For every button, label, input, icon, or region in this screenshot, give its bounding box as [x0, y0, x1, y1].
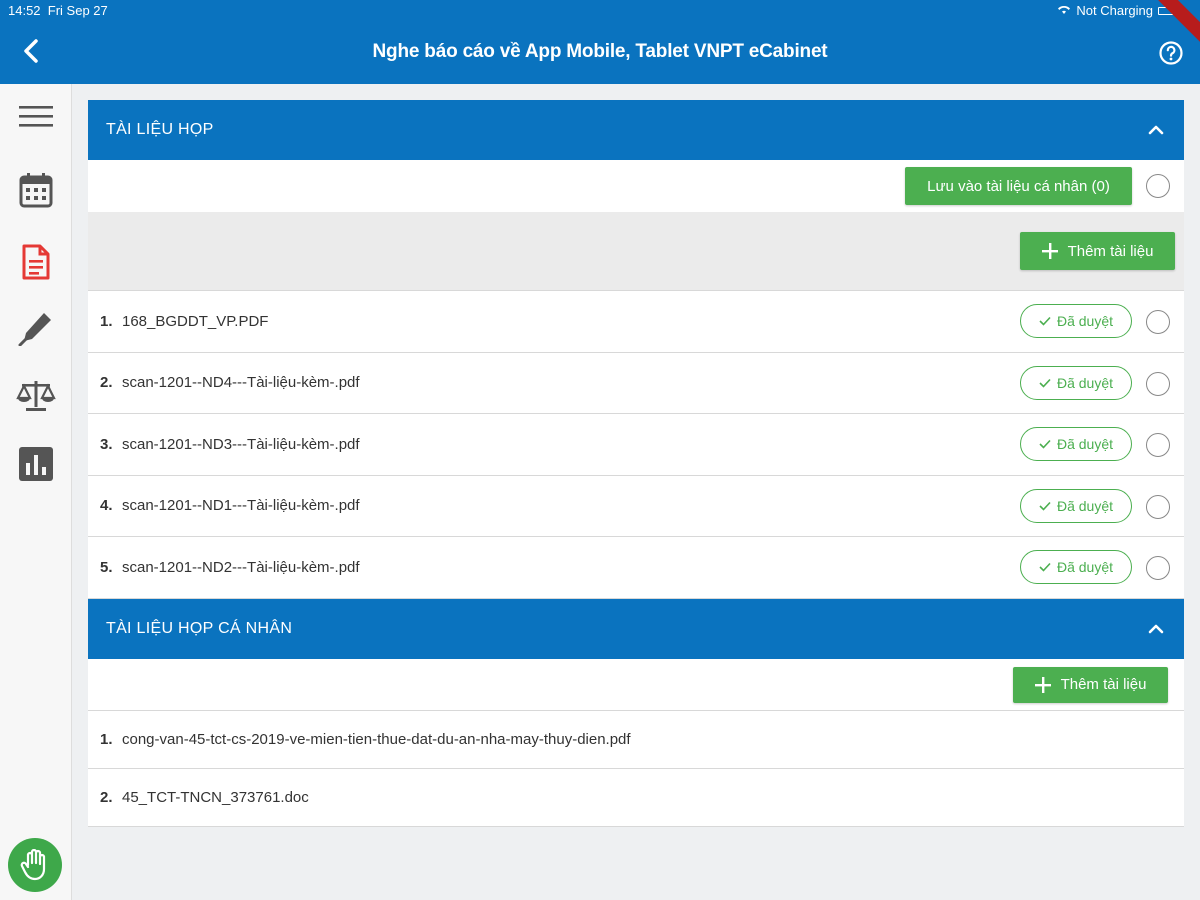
calendar-icon — [19, 173, 53, 208]
approved-badge: Đã duyệt — [1020, 304, 1132, 338]
sidebar-item-sign[interactable] — [16, 308, 56, 348]
page-title: Nghe báo cáo về App Mobile, Tablet VNPT … — [372, 41, 828, 62]
document-name[interactable]: 168_BGDDT_VP.PDF — [122, 313, 268, 330]
document-name[interactable]: 45_TCT-TNCN_373761.doc — [122, 789, 309, 806]
meeting-docs-header[interactable]: TÀI LIỆU HỌP — [88, 100, 1184, 160]
select-all-radio[interactable] — [1146, 174, 1170, 198]
document-row[interactable]: 1. 168_BGDDT_VP.PDF Đã duyệt — [88, 291, 1184, 353]
sidebar-item-menu[interactable] — [16, 96, 56, 136]
wifi-icon — [1057, 4, 1071, 18]
sidebar-item-documents[interactable] — [16, 242, 56, 282]
status-right: Not Charging — [1057, 3, 1176, 18]
meeting-docs-title: TÀI LIỆU HỌP — [106, 121, 214, 138]
main-content: TÀI LIỆU HỌP Lưu vào tài liệu cá nhân (0… — [88, 100, 1184, 827]
check-icon — [1039, 316, 1051, 326]
sidebar — [0, 84, 72, 900]
app-bar: 14:52 Fri Sep 27 Not Charging Nghe báo c… — [0, 0, 1200, 84]
check-icon — [1039, 501, 1051, 511]
personal-document-row[interactable]: 2. 45_TCT-TNCN_373761.doc — [88, 768, 1184, 827]
approved-label: Đã duyệt — [1056, 313, 1114, 329]
document-index: 5. — [100, 558, 113, 576]
raise-hand-icon — [20, 849, 46, 881]
document-index: 1. — [100, 312, 113, 330]
chevron-up-icon[interactable] — [1146, 619, 1166, 639]
personal-docs-title: TÀI LIỆU HỌP CÁ NHÂN — [106, 619, 293, 637]
approved-label: Đã duyệt — [1056, 436, 1114, 452]
check-icon — [1039, 562, 1051, 572]
approved-label: Đã duyệt — [1056, 497, 1114, 514]
document-select-radio[interactable] — [1146, 556, 1170, 580]
help-button[interactable] — [1158, 40, 1184, 66]
personal-docs-header[interactable]: TÀI LIỆU HỌP CÁ NHÂN — [88, 598, 1184, 659]
document-icon — [22, 244, 50, 280]
check-icon — [1039, 378, 1051, 388]
document-select-radio[interactable] — [1146, 310, 1170, 334]
add-personal-document-button[interactable]: Thêm tài liệu — [1013, 666, 1168, 703]
approved-badge: Đã duyệt — [1020, 488, 1132, 523]
sidebar-item-calendar[interactable] — [16, 170, 56, 210]
approved-badge: Đã duyệt — [1020, 365, 1132, 400]
sidebar-item-statistics[interactable] — [16, 444, 56, 484]
document-index: 3. — [100, 435, 113, 453]
document-name[interactable]: cong-van-45-tct-cs-2019-ve-mien-tien-thu… — [122, 731, 631, 748]
personal-document-row[interactable]: 1. cong-van-45-tct-cs-2019-ve-mien-tien-… — [88, 710, 1184, 769]
document-index: 2. — [100, 374, 113, 392]
menu-icon — [19, 106, 53, 127]
help-icon — [1159, 41, 1183, 65]
document-row[interactable]: 3. scan-1201--ND3---Tài-liệu-kèm-.pdf Đã… — [88, 414, 1184, 476]
status-time: 14:52 — [8, 3, 41, 18]
approved-label: Đã duyệt — [1056, 559, 1114, 575]
check-icon — [1039, 439, 1051, 449]
save-to-personal-button[interactable]: Lưu vào tài liệu cá nhân (0) — [905, 167, 1132, 205]
status-time-date: 14:52 Fri Sep 27 — [8, 3, 108, 18]
add-document-row: Thêm tài liệu — [88, 212, 1184, 291]
scale-icon — [16, 381, 56, 411]
document-name[interactable]: scan-1201--ND4---Tài-liệu-kèm-.pdf — [122, 374, 360, 391]
pen-icon — [18, 313, 51, 346]
document-select-radio[interactable] — [1146, 433, 1170, 457]
sidebar-item-voting[interactable] — [16, 376, 56, 416]
document-name[interactable]: scan-1201--ND3---Tài-liệu-kèm-.pdf — [122, 436, 360, 453]
chart-icon — [19, 447, 53, 481]
add-document-button[interactable]: Thêm tài liệu — [1020, 232, 1175, 270]
chevron-up-icon[interactable] — [1146, 120, 1166, 140]
raise-hand-button[interactable] — [8, 838, 62, 892]
document-index: 1. — [100, 730, 113, 748]
document-name[interactable]: scan-1201--ND1---Tài-liệu-kèm-.pdf — [122, 497, 360, 514]
save-personal-row: Lưu vào tài liệu cá nhân (0) — [88, 160, 1184, 212]
status-date: Fri Sep 27 — [47, 3, 108, 18]
add-document-label: Thêm tài liệu — [1067, 242, 1154, 260]
meeting-document-list: 1. 168_BGDDT_VP.PDF Đã duyệt 2. scan-120… — [88, 291, 1184, 599]
plus-icon — [1041, 243, 1058, 259]
document-name[interactable]: scan-1201--ND2---Tài-liệu-kèm-.pdf — [122, 559, 360, 576]
add-personal-document-label: Thêm tài liệu — [1060, 676, 1147, 693]
document-row[interactable]: 5. scan-1201--ND2---Tài-liệu-kèm-.pdf Đã… — [88, 537, 1184, 599]
document-index: 4. — [100, 497, 113, 515]
approved-label: Đã duyệt — [1056, 374, 1114, 391]
personal-add-row: Thêm tài liệu — [88, 658, 1184, 711]
charging-status: Not Charging — [1076, 3, 1153, 18]
plus-icon — [1034, 676, 1051, 693]
document-select-radio[interactable] — [1146, 371, 1170, 396]
document-select-radio[interactable] — [1146, 494, 1170, 519]
document-row[interactable]: 4. scan-1201--ND1---Tài-liệu-kèm-.pdf Đã… — [88, 475, 1184, 537]
document-index: 2. — [100, 788, 113, 806]
document-row[interactable]: 2. scan-1201--ND4---Tài-liệu-kèm-.pdf Đã… — [88, 352, 1184, 414]
approved-badge: Đã duyệt — [1020, 550, 1132, 584]
approved-badge: Đã duyệt — [1020, 427, 1132, 461]
